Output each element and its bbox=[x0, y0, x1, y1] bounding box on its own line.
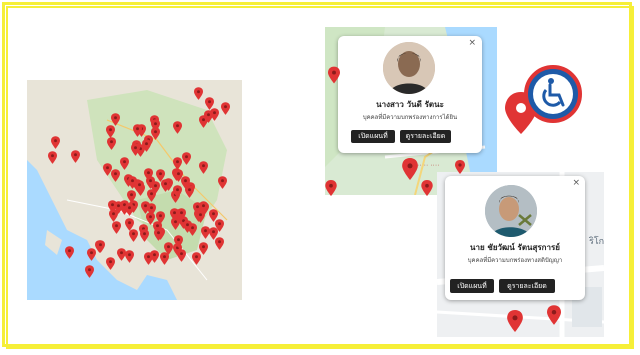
map-pin-icon[interactable] bbox=[173, 235, 183, 248]
map-pin-icon[interactable] bbox=[129, 229, 139, 243]
close-icon[interactable]: × bbox=[468, 39, 476, 48]
map-pin-icon[interactable] bbox=[174, 169, 184, 182]
map-pin-icon[interactable] bbox=[209, 108, 219, 122]
map-pin-icon[interactable] bbox=[106, 136, 116, 150]
map-pin-icon[interactable] bbox=[176, 249, 186, 262]
map-pin-icon[interactable] bbox=[125, 250, 135, 263]
person-name: นางสาว วันดี รัตนะ bbox=[376, 100, 444, 109]
map-pin-icon[interactable] bbox=[64, 246, 74, 259]
map-pin-icon[interactable] bbox=[146, 175, 156, 189]
wheelchair-icon bbox=[524, 65, 582, 123]
map-pin-icon[interactable] bbox=[125, 217, 135, 231]
map-pin-icon[interactable] bbox=[172, 185, 182, 198]
view-details-button[interactable]: ดูรายละเอียด bbox=[400, 130, 451, 143]
map-pin-icon[interactable] bbox=[209, 209, 219, 223]
person-description: บุคคลที่มีความบกพร่องทางการได้ยิน bbox=[362, 114, 458, 121]
avatar bbox=[383, 42, 435, 94]
map-pin-icon[interactable] bbox=[161, 178, 171, 192]
person-description: บุคคลที่มีความบกพร่องทางสติปัญญา bbox=[467, 257, 563, 264]
person-popup-2: × นาย ชัยวัฒน์ รัตนสุรการย์ บุคคลที่มีคว… bbox=[445, 176, 585, 300]
person-name: นาย ชัยวัฒน์ รัตนสุรการย์ bbox=[470, 243, 560, 252]
map-pin-icon[interactable] bbox=[325, 180, 337, 200]
map-pin-icon[interactable] bbox=[135, 180, 145, 193]
map-pin-icon[interactable] bbox=[217, 176, 227, 189]
map-pin-icon[interactable] bbox=[95, 240, 105, 253]
map-pin-icon[interactable] bbox=[402, 158, 418, 184]
map-pin-icon[interactable] bbox=[215, 237, 225, 250]
map-pin-icon[interactable] bbox=[183, 220, 193, 233]
map-pin-icon[interactable] bbox=[150, 127, 160, 140]
map-pin-icon[interactable] bbox=[328, 66, 340, 88]
open-map-button[interactable]: เปิดแผนที่ bbox=[351, 130, 395, 143]
map-pin-icon[interactable] bbox=[173, 121, 183, 135]
map-pin-icon[interactable] bbox=[156, 211, 166, 225]
map-pin-icon[interactable] bbox=[181, 152, 191, 165]
avatar bbox=[485, 185, 537, 237]
map-pin-icon[interactable] bbox=[140, 229, 150, 243]
overview-map[interactable] bbox=[27, 80, 242, 300]
map-pin-icon[interactable] bbox=[106, 256, 116, 270]
map-pin-icon[interactable] bbox=[141, 139, 151, 153]
map-pin-icon[interactable] bbox=[48, 151, 57, 164]
map-pin-icon[interactable] bbox=[507, 310, 523, 336]
map-pin-icon[interactable] bbox=[124, 203, 134, 217]
map-pin-icon[interactable] bbox=[192, 251, 202, 265]
map-pin-icon[interactable] bbox=[194, 87, 203, 101]
accessibility-badge bbox=[505, 64, 585, 142]
map-pin-icon[interactable] bbox=[172, 157, 182, 171]
map-pin-icon[interactable] bbox=[130, 143, 140, 156]
svg-text:·· ·· ····: ·· ·· ···· bbox=[417, 162, 440, 169]
map-pin-icon[interactable] bbox=[141, 200, 151, 214]
road-label: ริโก bbox=[589, 236, 604, 246]
map-pin-icon[interactable] bbox=[110, 169, 120, 182]
map-pin-icon[interactable] bbox=[149, 250, 159, 263]
map-pin-icon[interactable] bbox=[111, 113, 121, 126]
map-pin-icon[interactable] bbox=[159, 252, 169, 265]
map-pin-icon[interactable] bbox=[132, 124, 142, 137]
map-pin-icon[interactable] bbox=[153, 228, 163, 241]
map-pin-icon[interactable] bbox=[421, 180, 433, 200]
map-pin-icon[interactable] bbox=[70, 150, 80, 164]
map-pin-icon[interactable] bbox=[119, 157, 129, 170]
map-pin-icon[interactable] bbox=[198, 160, 208, 174]
map-pin-icon[interactable] bbox=[184, 185, 194, 199]
map-pin-icon[interactable] bbox=[126, 190, 136, 203]
map-pin-icon[interactable] bbox=[455, 159, 465, 178]
map-pin-icon[interactable] bbox=[108, 200, 117, 213]
map-pin-icon[interactable] bbox=[547, 305, 561, 329]
close-icon[interactable]: × bbox=[572, 179, 580, 188]
map-pin-icon[interactable] bbox=[220, 101, 230, 115]
map-pin-icon[interactable] bbox=[196, 210, 206, 224]
map-pin-icon[interactable] bbox=[200, 225, 210, 239]
map-pin-icon[interactable] bbox=[85, 264, 95, 278]
map-pin-icon[interactable] bbox=[112, 221, 122, 235]
person-popup-1: × นางสาว วันดี รัตนะ บุคคลที่มีความบกพร่… bbox=[338, 36, 482, 153]
map-pin-icon[interactable] bbox=[51, 135, 61, 149]
view-details-button[interactable]: ดูรายละเอียด bbox=[499, 279, 555, 293]
open-map-button[interactable]: เปิดแผนที่ bbox=[450, 279, 494, 293]
